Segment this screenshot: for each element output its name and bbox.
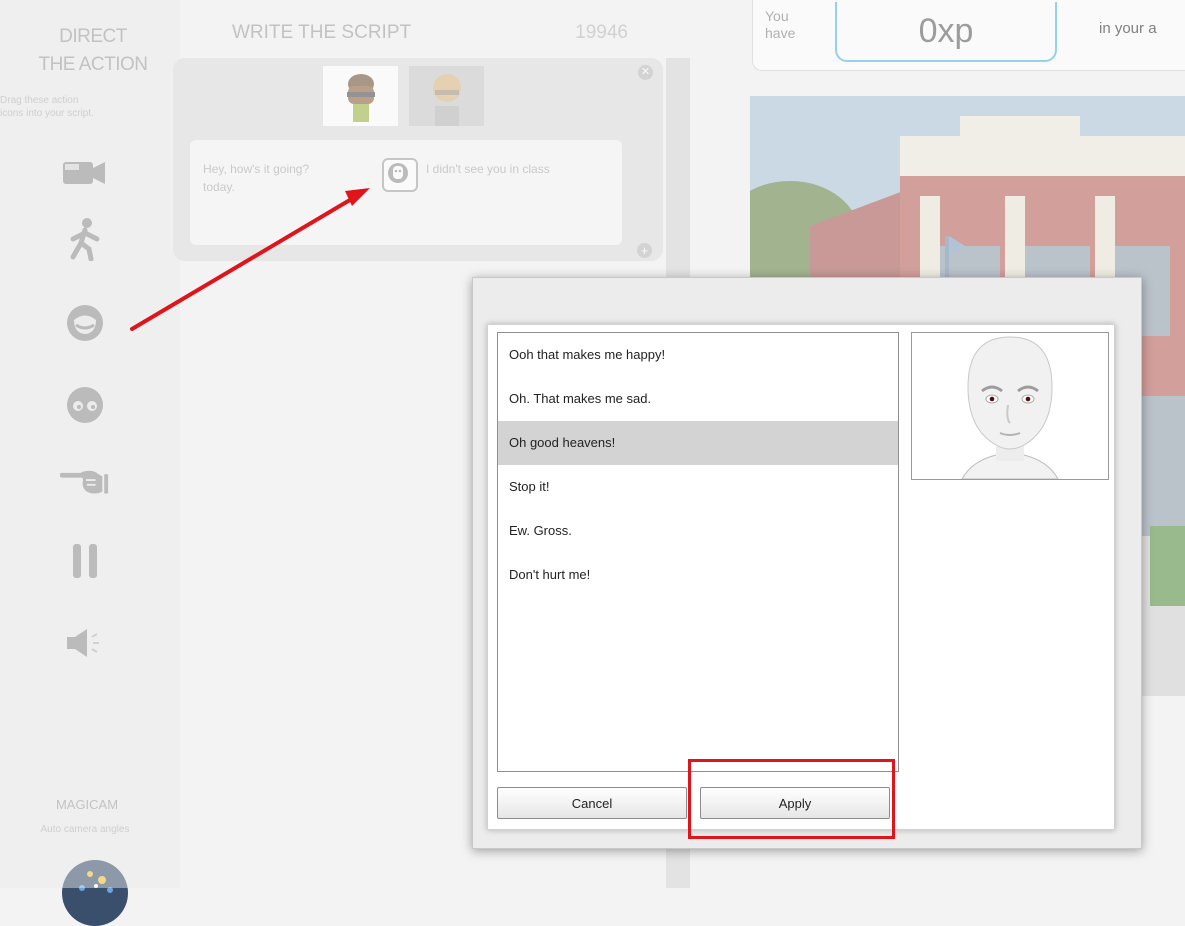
face-preview (911, 332, 1109, 480)
list-item[interactable]: Oh. That makes me sad. (498, 377, 898, 421)
list-item[interactable]: Don't hurt me! (498, 553, 898, 597)
apply-highlight (688, 759, 895, 839)
list-item[interactable]: Ooh that makes me happy! (498, 333, 898, 377)
emotion-dialog-content: Ooh that makes me happy! Oh. That makes … (487, 324, 1115, 830)
face-preview-image (961, 336, 1059, 479)
list-item[interactable]: Ew. Gross. (498, 509, 898, 553)
list-item[interactable]: Stop it! (498, 465, 898, 509)
list-item-selected[interactable]: Oh good heavens! (498, 421, 898, 465)
emotion-list[interactable]: Ooh that makes me happy! Oh. That makes … (497, 332, 899, 772)
cancel-button[interactable]: Cancel (497, 787, 687, 819)
